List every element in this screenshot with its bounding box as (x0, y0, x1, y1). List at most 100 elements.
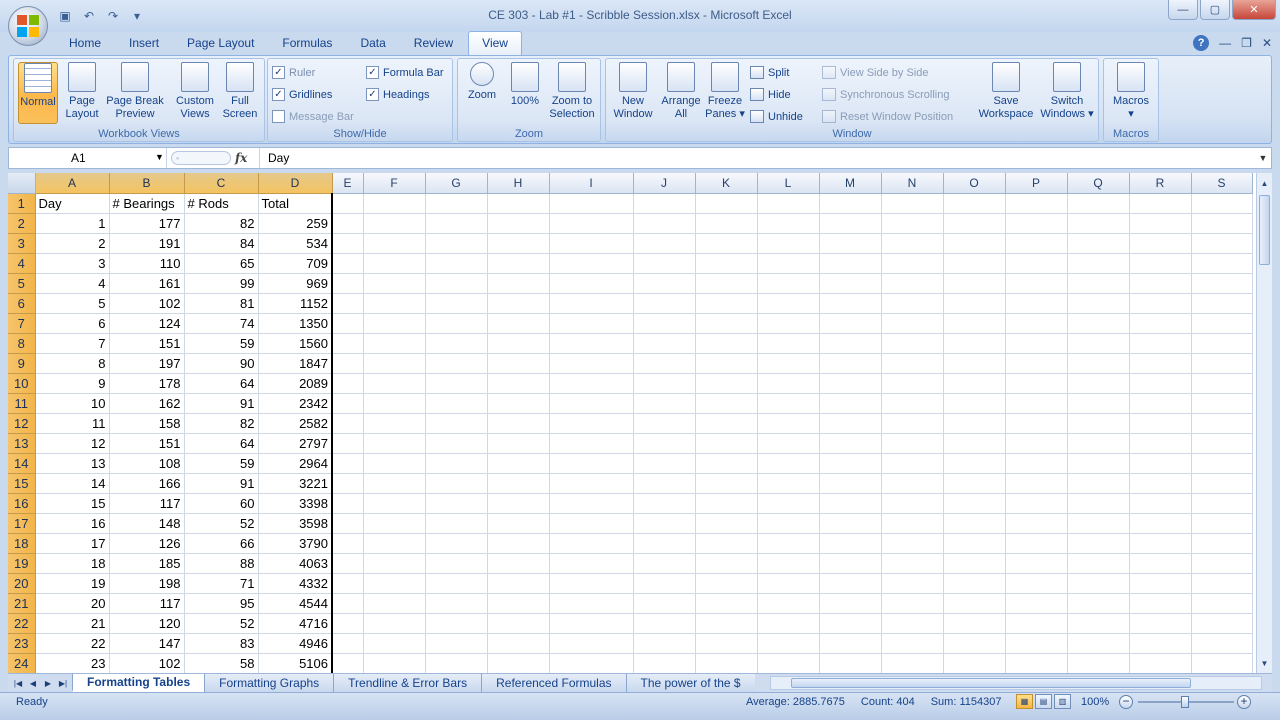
cell[interactable] (487, 213, 550, 234)
cell[interactable] (943, 273, 1006, 294)
cell[interactable] (757, 413, 820, 434)
unhide-button[interactable]: Unhide (750, 107, 803, 126)
save-workspace-button[interactable]: Save Workspace (976, 62, 1036, 124)
zoom-slider-thumb[interactable] (1181, 696, 1189, 708)
cell[interactable]: 198 (109, 573, 185, 594)
cell[interactable] (819, 193, 882, 214)
prev-sheet-icon[interactable]: ◀ (27, 676, 39, 690)
cell[interactable] (943, 433, 1006, 454)
cell[interactable] (943, 493, 1006, 514)
page-layout-view-button[interactable]: Page Layout (62, 62, 102, 124)
cell[interactable] (1191, 353, 1253, 374)
cell[interactable] (695, 553, 758, 574)
close-button[interactable]: ✕ (1232, 0, 1276, 20)
cell[interactable]: 2342 (258, 393, 333, 414)
cell[interactable] (819, 213, 882, 234)
cell[interactable] (363, 573, 426, 594)
cell[interactable] (819, 433, 882, 454)
cell[interactable] (425, 653, 488, 673)
scroll-down-icon[interactable]: ▼ (1258, 655, 1271, 671)
cell[interactable] (487, 553, 550, 574)
cell[interactable] (487, 433, 550, 454)
cell[interactable]: Day (35, 193, 110, 214)
cell[interactable] (1129, 393, 1192, 414)
sheet-tab[interactable]: Referenced Formulas (481, 674, 626, 692)
cell[interactable] (363, 233, 426, 254)
cell[interactable] (881, 353, 944, 374)
cell[interactable]: 4332 (258, 573, 333, 594)
cell[interactable] (695, 613, 758, 634)
column-header-e[interactable]: E (332, 173, 364, 194)
tab-page-layout[interactable]: Page Layout (174, 32, 267, 55)
cell[interactable] (363, 533, 426, 554)
cell[interactable] (332, 473, 364, 494)
cell[interactable]: 71 (184, 573, 259, 594)
cell[interactable] (695, 473, 758, 494)
cell[interactable] (363, 493, 426, 514)
cell[interactable] (633, 653, 696, 673)
cell[interactable] (881, 313, 944, 334)
cell[interactable] (943, 333, 1006, 354)
row-header[interactable]: 12 (8, 413, 36, 434)
cell[interactable] (819, 633, 882, 654)
row-header[interactable]: 23 (8, 633, 36, 654)
row-header[interactable]: 14 (8, 453, 36, 474)
office-button[interactable] (8, 6, 48, 46)
cell[interactable] (1067, 213, 1130, 234)
cell[interactable] (881, 293, 944, 314)
cell[interactable] (425, 213, 488, 234)
cell[interactable] (1129, 193, 1192, 214)
expand-formula-bar-icon[interactable]: ▼ (1256, 149, 1270, 167)
cell[interactable]: 177 (109, 213, 185, 234)
cell[interactable]: 22 (35, 633, 110, 654)
cell[interactable] (487, 373, 550, 394)
cell[interactable] (633, 233, 696, 254)
cell[interactable] (695, 213, 758, 234)
cell[interactable]: 969 (258, 273, 333, 294)
cell[interactable]: 3398 (258, 493, 333, 514)
cell[interactable] (943, 213, 1006, 234)
column-header-s[interactable]: S (1191, 173, 1253, 194)
cell[interactable] (633, 433, 696, 454)
cell[interactable] (1067, 533, 1130, 554)
cell[interactable] (1191, 473, 1253, 494)
page-break-view-icon[interactable]: ▥ (1054, 694, 1071, 709)
custom-views-button[interactable]: Custom Views (172, 62, 218, 124)
cell[interactable] (633, 573, 696, 594)
column-header-c[interactable]: C (184, 173, 259, 194)
cell[interactable] (1067, 593, 1130, 614)
cell[interactable] (332, 193, 364, 214)
cell[interactable] (695, 513, 758, 534)
cell[interactable] (1191, 573, 1253, 594)
cell[interactable] (1005, 633, 1068, 654)
cell[interactable]: 82 (184, 213, 259, 234)
cell[interactable] (633, 513, 696, 534)
message-bar-checkbox[interactable]: Message Bar (272, 107, 354, 126)
row-header[interactable]: 21 (8, 593, 36, 614)
row-header[interactable]: 22 (8, 613, 36, 634)
cell[interactable] (332, 453, 364, 474)
cell[interactable] (425, 373, 488, 394)
cell[interactable] (1005, 353, 1068, 374)
cell[interactable]: 1560 (258, 333, 333, 354)
horizontal-scrollbar[interactable] (770, 676, 1262, 690)
cell[interactable] (1191, 313, 1253, 334)
cell[interactable] (487, 493, 550, 514)
row-header[interactable]: 18 (8, 533, 36, 554)
cell[interactable] (819, 393, 882, 414)
cell[interactable] (881, 193, 944, 214)
cell[interactable] (425, 353, 488, 374)
cell[interactable]: 14 (35, 473, 110, 494)
cell[interactable] (487, 613, 550, 634)
cell[interactable] (757, 253, 820, 274)
cell[interactable] (881, 233, 944, 254)
cell[interactable] (943, 373, 1006, 394)
cell[interactable] (1067, 413, 1130, 434)
tab-review[interactable]: Review (401, 32, 466, 55)
cell[interactable] (487, 633, 550, 654)
synchronous-scrolling-button[interactable]: Synchronous Scrolling (822, 85, 949, 104)
cell[interactable] (633, 613, 696, 634)
tab-insert[interactable]: Insert (116, 32, 172, 55)
cell[interactable]: 10 (35, 393, 110, 414)
cell[interactable] (943, 573, 1006, 594)
